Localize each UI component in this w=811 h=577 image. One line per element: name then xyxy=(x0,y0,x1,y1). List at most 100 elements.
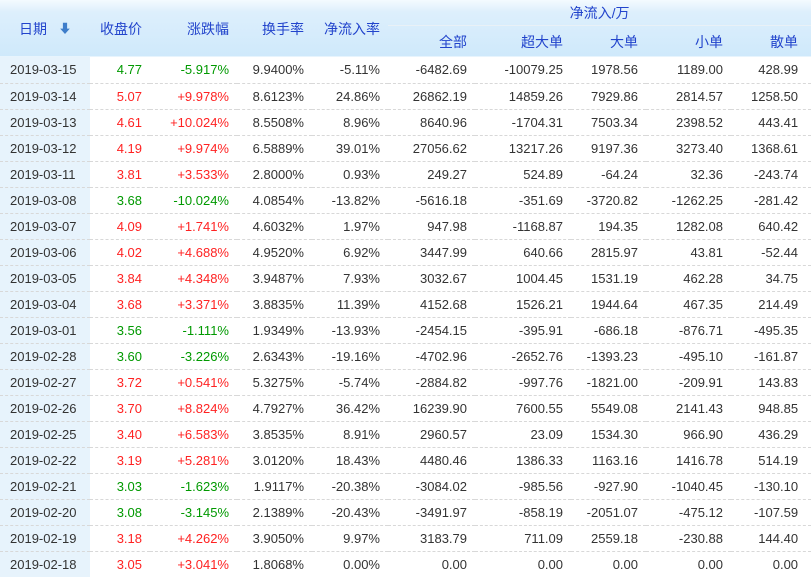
inflow-large-cell: 7929.86 xyxy=(571,83,646,109)
change-percent-cell: +4.262% xyxy=(150,525,237,551)
inflow-all-cell: -4702.96 xyxy=(388,343,475,369)
inflow-super-large-cell: -1168.87 xyxy=(475,213,571,239)
column-header-date-label: 日期 xyxy=(19,19,47,39)
close-price-cell: 4.77 xyxy=(90,57,150,83)
close-price-cell: 3.72 xyxy=(90,369,150,395)
inflow-super-large-cell: 1004.45 xyxy=(475,265,571,291)
date-cell: 2019-02-20 xyxy=(0,499,90,525)
table-row: 2019-03-06 4.02 +4.688% 4.9520% 6.92% 34… xyxy=(0,239,811,265)
column-header-inflow-small[interactable]: 小单 xyxy=(646,26,731,58)
inflow-retail-cell: 443.41 xyxy=(731,109,811,135)
inflow-large-cell: 1531.19 xyxy=(571,265,646,291)
table-row: 2019-03-01 3.56 -1.111% 1.9349% -13.93% … xyxy=(0,317,811,343)
column-header-date[interactable]: 日期 xyxy=(0,0,90,57)
inflow-super-large-cell: 0.00 xyxy=(475,551,571,577)
column-header-inflow-rate[interactable]: 净流入率 xyxy=(312,0,388,57)
inflow-retail-cell: 144.40 xyxy=(731,525,811,551)
column-header-turnover[interactable]: 换手率 xyxy=(237,0,312,57)
inflow-small-cell: 43.81 xyxy=(646,239,731,265)
date-cell: 2019-03-07 xyxy=(0,213,90,239)
table-row: 2019-02-21 3.03 -1.623% 1.9117% -20.38% … xyxy=(0,473,811,499)
net-inflow-rate-cell: -13.93% xyxy=(312,317,388,343)
inflow-retail-cell: 436.29 xyxy=(731,421,811,447)
inflow-large-cell: 1978.56 xyxy=(571,57,646,83)
inflow-large-cell: 1534.30 xyxy=(571,421,646,447)
column-header-inflow-large[interactable]: 大单 xyxy=(571,26,646,58)
date-cell: 2019-02-27 xyxy=(0,369,90,395)
sort-descending-icon[interactable] xyxy=(59,22,71,35)
turnover-rate-cell: 4.0854% xyxy=(237,187,312,213)
inflow-small-cell: 2814.57 xyxy=(646,83,731,109)
inflow-large-cell: 1944.64 xyxy=(571,291,646,317)
column-header-change[interactable]: 涨跌幅 xyxy=(150,0,237,57)
change-percent-cell: +9.978% xyxy=(150,83,237,109)
column-header-inflow-all[interactable]: 全部 xyxy=(388,26,475,58)
net-inflow-rate-cell: -5.74% xyxy=(312,369,388,395)
inflow-large-cell: -927.90 xyxy=(571,473,646,499)
table-row: 2019-02-18 3.05 +3.041% 1.8068% 0.00% 0.… xyxy=(0,551,811,577)
inflow-large-cell: -1821.00 xyxy=(571,369,646,395)
column-group-header-net-inflow: 净流入/万 xyxy=(388,0,811,26)
turnover-rate-cell: 1.8068% xyxy=(237,551,312,577)
net-inflow-rate-cell: -13.82% xyxy=(312,187,388,213)
inflow-large-cell: 5549.08 xyxy=(571,395,646,421)
close-price-cell: 3.03 xyxy=(90,473,150,499)
turnover-rate-cell: 2.8000% xyxy=(237,161,312,187)
inflow-retail-cell: -161.87 xyxy=(731,343,811,369)
change-percent-cell: -3.226% xyxy=(150,343,237,369)
inflow-all-cell: 0.00 xyxy=(388,551,475,577)
column-header-inflow-super-large[interactable]: 超大单 xyxy=(475,26,571,58)
net-inflow-rate-cell: -20.43% xyxy=(312,499,388,525)
table-row: 2019-02-27 3.72 +0.541% 5.3275% -5.74% -… xyxy=(0,369,811,395)
inflow-small-cell: 1282.08 xyxy=(646,213,731,239)
inflow-all-cell: 8640.96 xyxy=(388,109,475,135)
inflow-retail-cell: 428.99 xyxy=(731,57,811,83)
inflow-retail-cell: -243.74 xyxy=(731,161,811,187)
inflow-all-cell: 26862.19 xyxy=(388,83,475,109)
inflow-retail-cell: -281.42 xyxy=(731,187,811,213)
date-cell: 2019-03-14 xyxy=(0,83,90,109)
turnover-rate-cell: 3.8535% xyxy=(237,421,312,447)
fund-flow-panel: 日期 收盘价 涨跌幅 换手率 净流入率 净流入/万 全部 超大单 xyxy=(0,0,811,577)
date-cell: 2019-03-13 xyxy=(0,109,90,135)
inflow-super-large-cell: -395.91 xyxy=(475,317,571,343)
change-percent-cell: +6.583% xyxy=(150,421,237,447)
inflow-large-cell: -2051.07 xyxy=(571,499,646,525)
table-row: 2019-02-19 3.18 +4.262% 3.9050% 9.97% 31… xyxy=(0,525,811,551)
turnover-rate-cell: 2.6343% xyxy=(237,343,312,369)
inflow-large-cell: -686.18 xyxy=(571,317,646,343)
inflow-retail-cell: -130.10 xyxy=(731,473,811,499)
inflow-super-large-cell: 640.66 xyxy=(475,239,571,265)
inflow-large-cell: -1393.23 xyxy=(571,343,646,369)
change-percent-cell: +1.741% xyxy=(150,213,237,239)
close-price-cell: 3.81 xyxy=(90,161,150,187)
net-inflow-rate-cell: 0.93% xyxy=(312,161,388,187)
net-inflow-rate-cell: -19.16% xyxy=(312,343,388,369)
date-cell: 2019-03-12 xyxy=(0,135,90,161)
inflow-small-cell: 0.00 xyxy=(646,551,731,577)
date-cell: 2019-03-05 xyxy=(0,265,90,291)
inflow-retail-cell: 948.85 xyxy=(731,395,811,421)
inflow-all-cell: -2884.82 xyxy=(388,369,475,395)
close-price-cell: 3.70 xyxy=(90,395,150,421)
inflow-large-cell: 194.35 xyxy=(571,213,646,239)
inflow-super-large-cell: 13217.26 xyxy=(475,135,571,161)
net-inflow-rate-cell: 1.97% xyxy=(312,213,388,239)
inflow-super-large-cell: -997.76 xyxy=(475,369,571,395)
net-inflow-rate-cell: 0.00% xyxy=(312,551,388,577)
close-price-cell: 3.84 xyxy=(90,265,150,291)
date-cell: 2019-03-08 xyxy=(0,187,90,213)
inflow-super-large-cell: 1386.33 xyxy=(475,447,571,473)
inflow-retail-cell: 34.75 xyxy=(731,265,811,291)
inflow-large-cell: 0.00 xyxy=(571,551,646,577)
change-percent-cell: +9.974% xyxy=(150,135,237,161)
inflow-super-large-cell: 23.09 xyxy=(475,421,571,447)
inflow-large-cell: 2559.18 xyxy=(571,525,646,551)
column-header-inflow-retail[interactable]: 散单 xyxy=(731,26,811,58)
inflow-all-cell: 27056.62 xyxy=(388,135,475,161)
inflow-super-large-cell: 711.09 xyxy=(475,525,571,551)
change-percent-cell: +4.348% xyxy=(150,265,237,291)
date-cell: 2019-03-06 xyxy=(0,239,90,265)
net-inflow-rate-cell: 39.01% xyxy=(312,135,388,161)
column-header-close[interactable]: 收盘价 xyxy=(90,0,150,57)
